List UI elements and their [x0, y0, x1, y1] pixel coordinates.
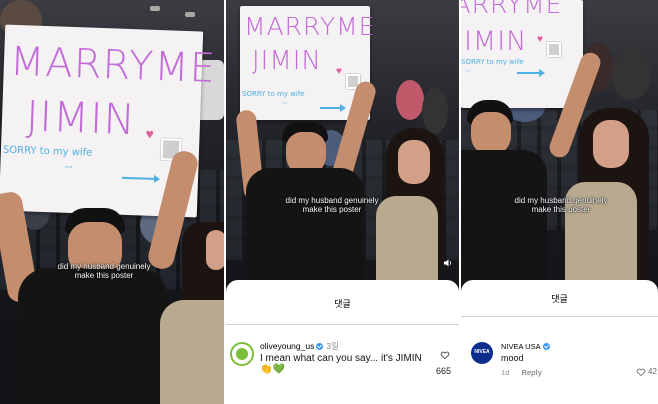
poster-quotes: ᵕᵕ [64, 162, 73, 175]
comment-emoji: 👏💚 [260, 364, 285, 375]
poster-line1: MARRYME [9, 38, 217, 92]
ceiling-light [185, 12, 195, 17]
verified-badge-icon [542, 343, 550, 350]
like-heart-icon[interactable] [440, 350, 450, 360]
nivea-avatar-text: NIVEA [474, 349, 490, 355]
comment-time: 3일 [326, 341, 339, 351]
comment-text: I mean what can you say... it's JIMIN [260, 353, 422, 364]
like-heart-icon[interactable] [636, 367, 646, 377]
comments-sheet: 댓글 oliveyoung_us 3일 I mean what can you s… [226, 280, 459, 404]
heart-icon: ♥ [145, 125, 155, 142]
poster-subtitle: SORRY to my wife [461, 58, 524, 66]
video-frame-1: MARRYME JIMIN ♥ SORRY to my wife ᵕᵕ did … [0, 0, 224, 404]
arrow-icon [121, 176, 159, 181]
poster-quotes: ᵕᵕ [465, 68, 471, 76]
heart-icon: ♥ [537, 34, 543, 45]
poster-line1: MARRYME [244, 12, 376, 41]
sheet-divider [461, 316, 658, 317]
man-shirt [18, 268, 168, 404]
comment-username[interactable]: NIVEA USA [501, 342, 541, 351]
video-caption: did my husband genuinely make this poste… [272, 196, 392, 214]
crowd-person [396, 80, 424, 120]
crowd-person [611, 50, 651, 100]
video-caption: did my husband genuinely make this poste… [501, 196, 621, 214]
comments-title: 댓글 [551, 295, 568, 305]
poster-subtitle: SORRY to my wife [242, 90, 305, 98]
comment-username-row: oliveyoung_us 3일 [260, 340, 339, 352]
comment-username[interactable]: oliveyoung_us [260, 341, 314, 351]
comment-time: 1d [501, 368, 510, 377]
caption-line1: did my husband genuinely [514, 196, 608, 205]
caption-line2: make this poster [74, 271, 134, 280]
sheet-divider [226, 324, 459, 325]
comment-meta: 1d Reply [501, 368, 542, 377]
woman-top [160, 300, 224, 404]
heart-icon: ♥ [336, 66, 342, 77]
woman-face [593, 120, 629, 168]
caption-line2: make this poster [531, 205, 591, 214]
man-shirt [461, 150, 547, 280]
comment-username-row: NIVEA USA [501, 342, 550, 351]
caption-line1: did my husband genuinely [285, 196, 379, 205]
nivea-avatar[interactable]: NIVEA [471, 342, 493, 364]
arrow-icon [517, 69, 545, 77]
video-caption: did my husband genuinely make this poste… [44, 262, 164, 280]
poster-quotes: ᵕᵕ [282, 100, 288, 108]
arrow-icon [320, 104, 346, 112]
comments-sheet: 댓글 NIVEA NIVEA USA mood 1d Reply 42 [461, 280, 658, 404]
ceiling-light [150, 6, 160, 11]
caption-line2: make this poster [302, 205, 362, 214]
caption-line1: did my husband genuinely [57, 262, 151, 271]
like-count: 42 [648, 367, 657, 376]
oliveyoung-avatar[interactable] [230, 342, 254, 366]
man-shirt [246, 168, 364, 280]
collage: MARRYME JIMIN ♥ SORRY to my wife ᵕᵕ did … [0, 0, 658, 404]
poster-sign: MARRYME JIMIN ♥ SORRY to my wife ᵕᵕ [461, 0, 583, 108]
video-frame-3: MARRYME JIMIN ♥ SORRY to my wife ᵕᵕ did … [461, 0, 658, 404]
woman-face [398, 140, 430, 184]
crowd-person [422, 88, 448, 134]
jimin-photo [547, 42, 561, 57]
woman-face [206, 230, 224, 270]
video-frame-2: MARRYME JIMIN ♥ SORRY to my wife ᵕᵕ did … [226, 0, 459, 404]
comment-text: mood [501, 353, 524, 363]
like-count: 665 [436, 366, 452, 376]
poster-line2: JIMIN [25, 91, 137, 145]
poster-line1: MARRYME [461, 0, 563, 19]
volume-icon[interactable] [443, 258, 453, 268]
poster-line2: JIMIN [252, 46, 322, 76]
verified-badge-icon [316, 343, 324, 350]
comments-title: 댓글 [334, 300, 351, 310]
poster-subtitle: SORRY to my wife [2, 144, 93, 159]
reply-button[interactable]: Reply [521, 368, 541, 377]
poster-sign: MARRYME JIMIN ♥ SORRY to my wife ᵕᵕ [240, 6, 374, 120]
poster-line2: JIMIN [461, 26, 528, 57]
